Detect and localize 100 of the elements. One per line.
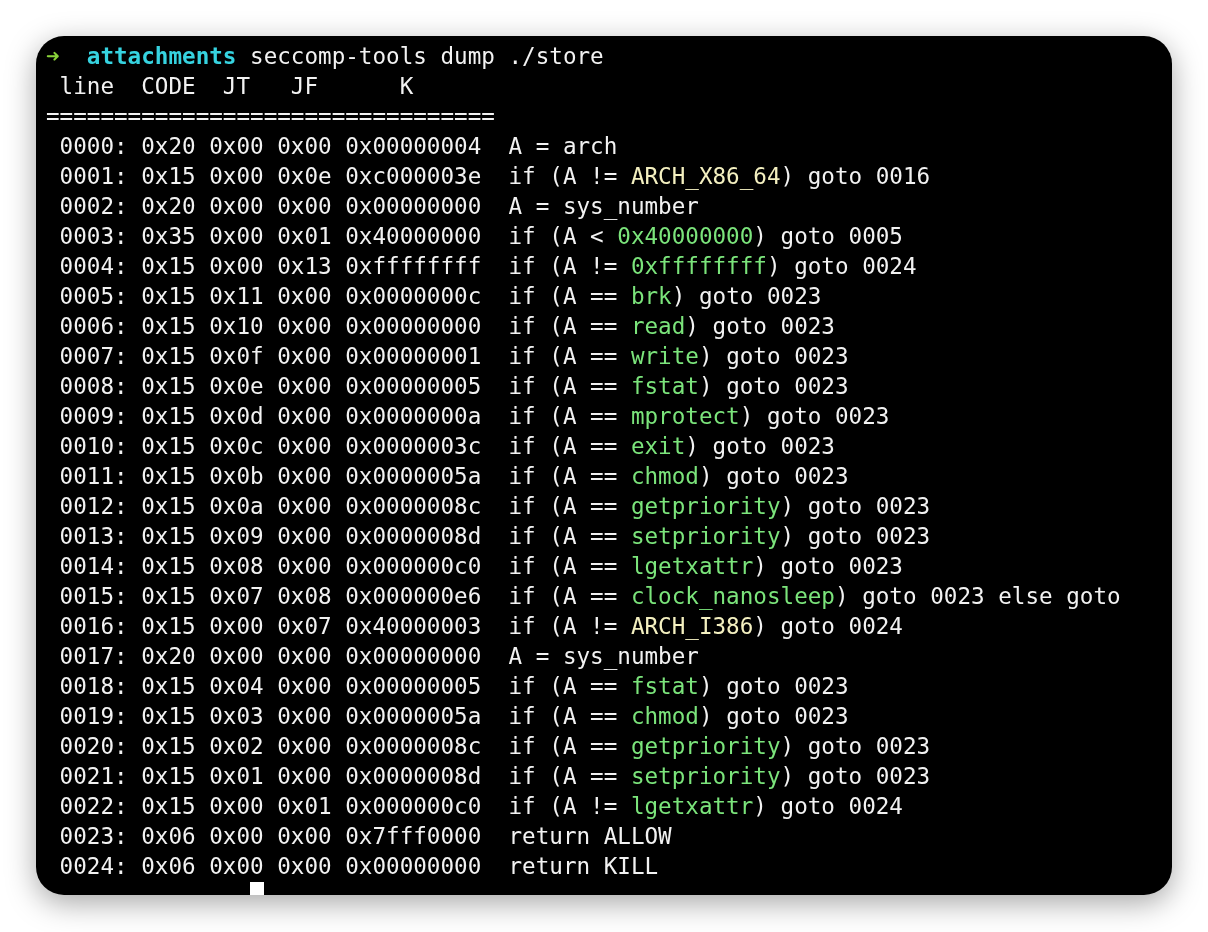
opcode-text: 0x20 [141,192,196,221]
opcode-text: 0x15 [141,162,196,191]
opcode-text: 0x15 [141,492,196,521]
jump-false-text: 0x00 [277,732,332,761]
opcode-text: 0x15 [141,432,196,461]
constant-text: 0x00000004 [345,132,482,161]
separator-text: ================================= [46,102,495,131]
jump-false-text: 0x00 [277,702,332,731]
statement-text: if (A == getpriority) goto 0023 [508,492,931,521]
statement-text: A = sys_number [508,192,699,221]
constant-text: 0x0000005a [345,702,482,731]
jump-false-text: 0x00 [277,822,332,851]
opcode-text: 0x15 [141,552,196,581]
line-number: 0005: [59,282,128,311]
line-number: 0023: [59,822,128,851]
opcode-text: 0x15 [141,672,196,701]
line-number: 0003: [59,222,128,251]
statement-text: if (A == write) goto 0023 [508,342,849,371]
statement-text: if (A != lgetxattr) goto 0024 [508,792,903,821]
statement-text: if (A == read) goto 0023 [508,312,835,341]
opcode-text: 0x15 [141,342,196,371]
constant-text: 0x000000c0 [345,552,482,581]
constant-text: 0x0000008d [345,762,482,791]
constant-text: 0xffffffff [345,252,482,281]
jump-true-text: 0x00 [209,132,264,161]
line-number: 0019: [59,702,128,731]
jump-false-text: 0x00 [277,372,332,401]
column-header: line CODE JT JF K [58,72,414,101]
line-number: 0012: [59,492,128,521]
statement-text: if (A == chmod) goto 0023 [508,462,849,491]
jump-true-text: 0x0e [209,372,264,401]
jump-true-text: 0x00 [209,252,264,281]
jump-true-text: 0x00 [209,162,264,191]
jump-false-text: 0x00 [277,642,332,671]
jump-true-text: 0x04 [209,672,264,701]
statement-text: if (A == lgetxattr) goto 0023 [508,552,903,581]
jump-true-text: 0x00 [209,192,264,221]
jump-true-text: 0x0c [209,432,264,461]
constant-text: 0xc000003e [345,162,482,191]
constant-text: 0x000000c0 [345,792,482,821]
constant-text: 0x0000000c [345,282,482,311]
line-number: 0021: [59,762,128,791]
opcode-text: 0x20 [141,132,196,161]
jump-false-text: 0x00 [277,402,332,431]
jump-false-text: 0x00 [277,852,332,881]
line-number: 0002: [59,192,128,221]
constant-text: 0x40000000 [345,222,482,251]
constant-text: 0x0000003c [345,432,482,461]
statement-text: A = arch [508,132,618,161]
opcode-text: 0x15 [141,762,196,791]
jump-true-text: 0x00 [209,222,264,251]
opcode-text: 0x35 [141,222,196,251]
opcode-text: 0x15 [141,282,196,311]
jump-false-text: 0x08 [277,582,332,611]
jump-false-text: 0x00 [277,492,332,521]
opcode-text: 0x15 [141,312,196,341]
constant-text: 0x0000008c [345,732,482,761]
jump-true-text: 0x00 [209,642,264,671]
jump-false-text: 0x00 [277,132,332,161]
statement-text: if (A == clock_nanosleep) goto 0023 else goto [508,582,1121,611]
jump-true-text: 0x00 [209,612,264,641]
jump-true-text: 0x00 [209,822,264,851]
line-number: 0020: [59,732,128,761]
line-number: 0001: [59,162,128,191]
jump-true-text: 0x11 [209,282,264,311]
statement-text: if (A != 0xffffffff) goto 0024 [508,252,917,281]
jump-true-text: 0x0a [209,492,264,521]
opcode-text: 0x15 [141,612,196,641]
command-text: seccomp-tools dump ./store [250,42,604,71]
line-number: 0008: [59,372,128,401]
jump-false-text: 0x00 [277,762,332,791]
line-number: 0014: [59,552,128,581]
jump-false-text: 0x00 [277,192,332,221]
statement-text: A = sys_number [508,642,699,671]
line-number: 0015: [59,582,128,611]
jump-false-text: 0x00 [277,552,332,581]
prompt-directory: attachments [85,42,237,71]
opcode-text: 0x15 [141,402,196,431]
line-number: 0000: [59,132,128,161]
jump-true-text: 0x01 [209,762,264,791]
opcode-text: 0x15 [141,522,196,551]
constant-text: 0x40000003 [345,612,482,641]
opcode-text: 0x15 [141,252,196,281]
statement-text: if (A != ARCH_I386) goto 0024 [508,612,903,641]
constant-text: 0x00000005 [345,372,482,401]
opcode-text: 0x15 [141,462,196,491]
jump-true-text: 0x00 [209,792,264,821]
jump-true-text: 0x07 [209,582,264,611]
statement-text: if (A == setpriority) goto 0023 [508,762,931,791]
line-number: 0017: [59,642,128,671]
constant-text: 0x00000000 [345,312,482,341]
statement-text: if (A < 0x40000000) goto 0005 [508,222,903,251]
jump-true-text: 0x0f [209,342,264,371]
line-number: 0007: [59,342,128,371]
statement-text: if (A == brk) goto 0023 [508,282,822,311]
statement-text: if (A == setpriority) goto 0023 [508,522,931,551]
statement-text: if (A == mprotect) goto 0023 [508,402,890,431]
constant-text: 0x0000008c [345,492,482,521]
jump-false-text: 0x01 [277,792,332,821]
jump-true-text: 0x08 [209,552,264,581]
